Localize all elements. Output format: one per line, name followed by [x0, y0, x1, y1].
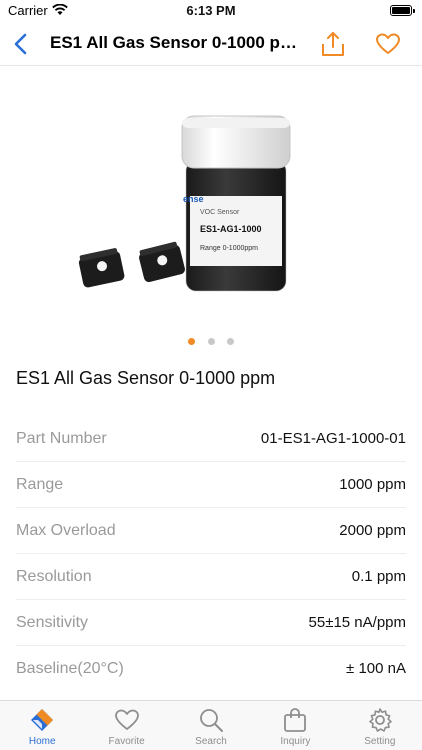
spec-row-part-number: Part Number 01-ES1-AG1-1000-01 — [16, 416, 406, 462]
spec-row-sensitivity: Sensitivity 55±15 nA/ppm — [16, 600, 406, 646]
spec-row-max-overload: Max Overload 2000 ppm — [16, 508, 406, 554]
spec-row-baseline: Baseline(20°C) ± 100 nA — [16, 646, 406, 692]
product-image: VOC Sensor ES1-AG1-1000 Range 0-1000ppm … — [78, 115, 291, 292]
spec-value: ± 100 nA — [346, 660, 406, 677]
product-image-carousel[interactable]: VOC Sensor ES1-AG1-1000 Range 0-1000ppm … — [0, 66, 422, 326]
navigation-bar: ES1 All Gas Sensor 0-1000 pp... — [0, 22, 422, 66]
tab-setting[interactable]: Setting — [338, 701, 422, 750]
product-title: ES1 All Gas Sensor 0-1000 ppm — [16, 368, 276, 388]
bag-icon — [284, 708, 307, 732]
status-bar: Carrier 6:13 PM — [0, 0, 422, 22]
tab-search[interactable]: Search — [169, 701, 253, 750]
tab-label: Inquiry — [280, 736, 311, 747]
spec-label: Resolution — [16, 568, 92, 585]
status-time: 6:13 PM — [186, 3, 236, 18]
carousel-dot-2[interactable] — [207, 338, 215, 345]
gear-icon — [369, 708, 392, 732]
spec-label: Baseline(20°C) — [16, 660, 124, 677]
spec-value: 0.1 ppm — [351, 568, 406, 585]
tab-bar: Home Favorite Search Inquiry Setting — [0, 700, 422, 750]
home-logo-icon — [31, 709, 54, 731]
tab-label: Favorite — [108, 736, 145, 747]
tab-favorite[interactable]: Favorite — [84, 701, 168, 750]
spec-label: Range — [16, 476, 64, 493]
spec-label: Max Overload — [16, 522, 116, 539]
tab-label: Search — [195, 736, 227, 747]
tab-inquiry[interactable]: Inquiry — [253, 701, 337, 750]
carousel-dot-3[interactable] — [226, 338, 234, 345]
spec-value: 55±15 nA/ppm — [308, 614, 406, 631]
jar-label-brand: ense — [183, 194, 204, 204]
search-icon — [200, 709, 224, 732]
carousel-page-indicator[interactable] — [0, 332, 422, 350]
jar-label-range: Range 0-1000ppm — [200, 245, 258, 252]
jar-label-type: VOC Sensor — [200, 209, 240, 216]
spec-value: 01-ES1-AG1-1000-01 — [260, 430, 406, 447]
heart-icon[interactable] — [375, 32, 401, 56]
share-icon[interactable] — [320, 30, 346, 58]
heart-icon — [114, 709, 139, 730]
battery-icon — [390, 5, 415, 16]
spec-value: 2000 ppm — [339, 522, 406, 539]
spec-row-range: Range 1000 ppm — [16, 462, 406, 508]
spec-label: Sensitivity — [16, 614, 89, 631]
spec-list: Part Number 01-ES1-AG1-1000-01 Range 100… — [16, 416, 406, 692]
back-chevron-icon[interactable] — [10, 32, 34, 56]
tab-label: Home — [28, 736, 56, 747]
tab-label: Setting — [364, 736, 396, 747]
spec-label: Part Number — [16, 430, 107, 447]
page-title: ES1 All Gas Sensor 0-1000 pp... — [50, 33, 300, 52]
spec-value: 1000 ppm — [339, 476, 406, 493]
carousel-dot-1[interactable] — [188, 338, 196, 345]
spec-row-resolution: Resolution 0.1 ppm — [16, 554, 406, 600]
tab-home[interactable]: Home — [0, 701, 84, 750]
jar-label-model: ES1-AG1-1000 — [200, 224, 262, 234]
